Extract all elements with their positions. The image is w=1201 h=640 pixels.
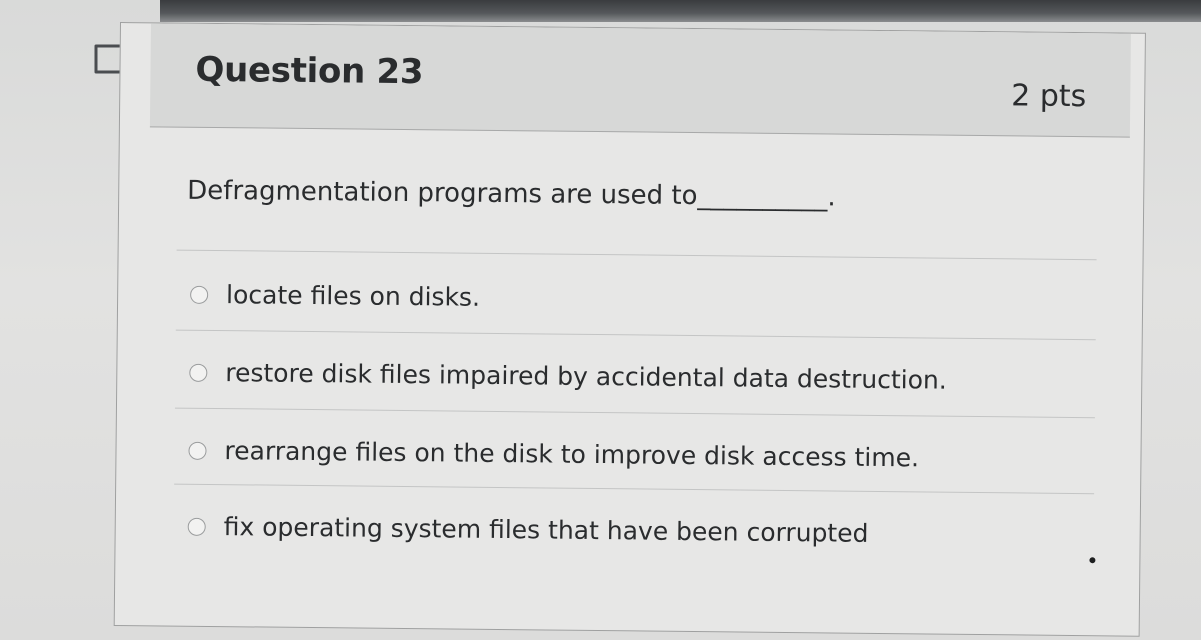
screen-speck (1089, 557, 1096, 564)
answer-label: restore disk files impaired by accidenta… (225, 358, 947, 395)
answer-option-4[interactable]: fix operating system files that have bee… (187, 512, 869, 548)
divider (174, 407, 1095, 419)
answer-label: rearrange files on the disk to improve d… (224, 436, 920, 473)
radio-button[interactable] (187, 517, 206, 536)
answer-label: locate files on disks. (225, 280, 481, 312)
question-title: Question 23 (195, 49, 424, 93)
answer-option-1[interactable]: locate files on disks. (190, 280, 480, 312)
question-text: Defragmentation programs are used to____… (187, 175, 836, 213)
question-header: Question 23 2 pts (149, 23, 1131, 138)
answer-option-3[interactable]: rearrange files on the disk to improve d… (188, 436, 920, 473)
divider (176, 249, 1097, 261)
radio-button[interactable] (189, 363, 208, 382)
answer-option-2[interactable]: restore disk files impaired by accidenta… (189, 358, 947, 395)
answer-label: fix operating system files that have bee… (223, 512, 869, 548)
dark-background-band (160, 0, 1201, 22)
radio-button[interactable] (190, 285, 209, 304)
divider (175, 329, 1096, 341)
radio-button[interactable] (188, 441, 207, 460)
question-points: 2 pts (1011, 78, 1087, 115)
question-card: Question 23 2 pts Defragmentation progra… (113, 22, 1146, 637)
divider (174, 483, 1095, 495)
